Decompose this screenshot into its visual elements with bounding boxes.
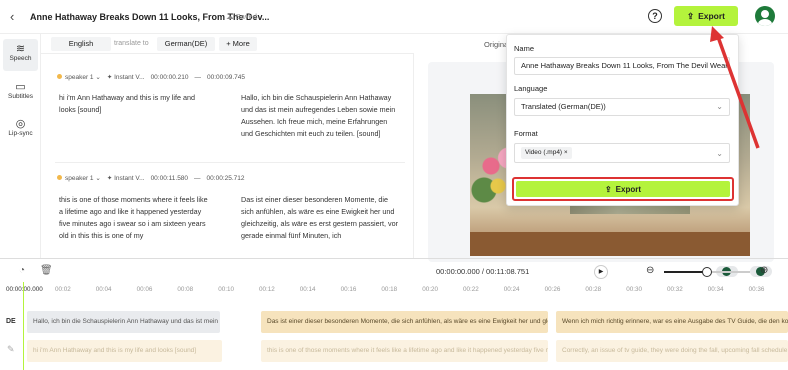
timeline-clip-en[interactable]: this is one of those moments where it fe… bbox=[261, 340, 548, 362]
source-text[interactable]: this is one of those moments where it fe… bbox=[59, 194, 209, 242]
subtitles-icon: ▭ bbox=[15, 81, 26, 93]
source-language[interactable]: English bbox=[51, 37, 111, 51]
ruler-tick-label: 00:22 bbox=[463, 286, 479, 293]
rail-item-label: Subtitles bbox=[8, 93, 33, 100]
format-chip: Video (.mp4) × bbox=[521, 147, 572, 159]
translate-to-label: translate to bbox=[114, 40, 149, 47]
time-separator: — bbox=[194, 73, 202, 81]
export-icon: ⇪ bbox=[604, 184, 612, 194]
confirm-export-button[interactable]: ⇪ Export bbox=[516, 181, 730, 197]
segment-header: speaker 1 ⌄ ✦ Instant V... 00:00:11.580 … bbox=[57, 174, 245, 182]
rail-item-label: Lip-sync bbox=[8, 130, 33, 137]
voice-select[interactable]: ✦ Instant V... bbox=[107, 73, 145, 81]
back-icon[interactable]: ‹ bbox=[10, 9, 14, 24]
top-bar: ‹ Anne Hathaway Breaks Down 11 Looks, Fr… bbox=[0, 0, 788, 34]
confirm-export-label: Export bbox=[615, 184, 642, 194]
help-icon[interactable]: ? bbox=[648, 9, 662, 23]
language-bar: English translate to German(DE) + More bbox=[41, 34, 414, 54]
name-label: Name bbox=[514, 44, 535, 53]
ruler-tick-label: 00:28 bbox=[585, 286, 602, 293]
saved-label: Saved bbox=[235, 12, 257, 21]
ruler-tick-label: 00:00:00.000 bbox=[6, 286, 43, 293]
ruler-tick-label: 00:36 bbox=[748, 286, 765, 293]
source-text[interactable]: hi i'm Ann Hathaway and this is my life … bbox=[59, 92, 209, 116]
format-select[interactable]: Video (.mp4) × ⌄ bbox=[514, 143, 730, 163]
ruler-tick-label: 00:32 bbox=[667, 286, 683, 293]
export-button-label: Export bbox=[698, 11, 726, 21]
language-value: Translated (German(DE)) bbox=[521, 102, 606, 111]
timeline-clip-en[interactable]: Correctly, an issue of tv guide, they we… bbox=[556, 340, 788, 362]
speed-icon[interactable]: ◔ bbox=[19, 265, 25, 276]
timeline-clip-de[interactable]: Das ist einer dieser besonderen Momente,… bbox=[261, 311, 548, 333]
segment-start[interactable]: 00:00:00.210 bbox=[151, 74, 189, 81]
video-table-scene bbox=[470, 232, 750, 256]
segment-start[interactable]: 00:00:11.580 bbox=[151, 175, 188, 182]
remove-format-icon[interactable]: × bbox=[564, 149, 568, 156]
ruler-tick-label: 00:24 bbox=[503, 286, 520, 293]
rail-item-label: Speech bbox=[9, 55, 32, 62]
export-icon: ⇪ bbox=[686, 10, 695, 21]
timeline-clip-de[interactable]: Hallo, ich bin die Schauspielerin Ann Ha… bbox=[27, 311, 220, 333]
ruler-tick-label: 00:18 bbox=[381, 286, 398, 293]
speaker-dot bbox=[57, 74, 62, 79]
delete-icon[interactable]: 🗑 bbox=[40, 265, 53, 276]
target-language[interactable]: German(DE) bbox=[157, 37, 215, 51]
voice-select[interactable]: ✦ Instant V... bbox=[107, 174, 145, 182]
tool-rail: ≋ Speech ▭ Subtitles ◎ Lip-sync bbox=[0, 34, 41, 258]
timeline-clip-de[interactable]: Wenn ich mich richtig erinnere, war es e… bbox=[556, 311, 788, 333]
timeline-toolbar: ◔ 🗑 ⊖ ⊕ bbox=[0, 258, 788, 282]
rail-item-subtitles[interactable]: ▭ Subtitles bbox=[3, 77, 38, 109]
zoom-out-icon[interactable]: ⊖ bbox=[646, 265, 654, 276]
speech-icon: ≋ bbox=[15, 43, 26, 55]
zoom-slider-fill bbox=[664, 271, 707, 273]
translated-text[interactable]: Hallo, ich bin die Schauspielerin Ann Ha… bbox=[241, 92, 401, 140]
ruler-tick-label: 00:02 bbox=[55, 286, 71, 293]
translated-text[interactable]: Das ist einer dieser besonderen Momente,… bbox=[241, 194, 401, 242]
name-field[interactable]: Anne Hathaway Breaks Down 11 Looks, From… bbox=[514, 57, 730, 75]
rail-item-speech[interactable]: ≋ Speech bbox=[3, 39, 38, 71]
ruler-tick-label: 00:26 bbox=[544, 286, 561, 293]
ruler-tick-label: 00:12 bbox=[259, 286, 275, 293]
zoom-slider[interactable] bbox=[664, 267, 750, 277]
saved-status: ☁ Saved bbox=[226, 12, 257, 21]
lip-sync-icon: ◎ bbox=[15, 118, 26, 130]
rail-item-lip-sync[interactable]: ◎ Lip-sync bbox=[3, 114, 38, 146]
segment-end[interactable]: 00:00:25.712 bbox=[207, 175, 245, 182]
segment-header: speaker 1 ⌄ ✦ Instant V... 00:00:00.210 … bbox=[57, 73, 245, 81]
more-languages-button[interactable]: + More bbox=[219, 37, 257, 51]
timeline-ruler[interactable]: 00:00:00.000 00:02 00:04 00:06 00:08 00:10 00:… bbox=[0, 283, 788, 297]
playhead[interactable] bbox=[23, 282, 24, 370]
zoom-slider-handle[interactable] bbox=[702, 267, 712, 277]
ruler-tick-label: 00:20 bbox=[422, 286, 438, 293]
export-button[interactable]: ⇪ Export bbox=[674, 6, 738, 26]
ruler-tick-label: 00:08 bbox=[177, 286, 194, 293]
format-label: Format bbox=[514, 129, 538, 138]
confirm-export-button-highlight: ⇪ Export bbox=[512, 177, 734, 201]
speaker-dot bbox=[57, 175, 62, 180]
ruler-tick-label: 00:30 bbox=[626, 286, 642, 293]
segment-divider bbox=[55, 162, 405, 163]
timeline-clip-en[interactable]: hi i'm Ann Hathaway and this is my life … bbox=[27, 340, 222, 362]
transcript-panel: speaker 1 ⌄ ✦ Instant V... 00:00:00.210 … bbox=[41, 54, 414, 258]
ruler-tick-label: 00:04 bbox=[95, 286, 112, 293]
ruler-tick-label: 00:34 bbox=[707, 286, 724, 293]
red-arrow-annotation bbox=[710, 26, 760, 149]
segment-end[interactable]: 00:00:09.745 bbox=[207, 74, 245, 81]
speaker-select[interactable]: speaker 1 ⌄ bbox=[57, 73, 101, 81]
time-separator: — bbox=[194, 174, 201, 182]
ruler-tick-label: 00:06 bbox=[136, 286, 153, 293]
track-label-de: DE bbox=[6, 318, 16, 325]
ruler-tick-label: 00:10 bbox=[218, 286, 234, 293]
language-select[interactable]: Translated (German(DE)) ⌄ bbox=[514, 98, 730, 116]
zoom-in-icon[interactable]: ⊕ bbox=[760, 265, 768, 276]
track-label-en-icon: ✎ bbox=[7, 344, 15, 354]
avatar[interactable] bbox=[755, 6, 775, 26]
ruler-tick-label: 00:14 bbox=[299, 286, 316, 293]
speaker-select[interactable]: speaker 1 ⌄ bbox=[57, 174, 101, 182]
ruler-tick-label: 00:16 bbox=[340, 286, 357, 293]
language-label: Language bbox=[514, 84, 548, 93]
